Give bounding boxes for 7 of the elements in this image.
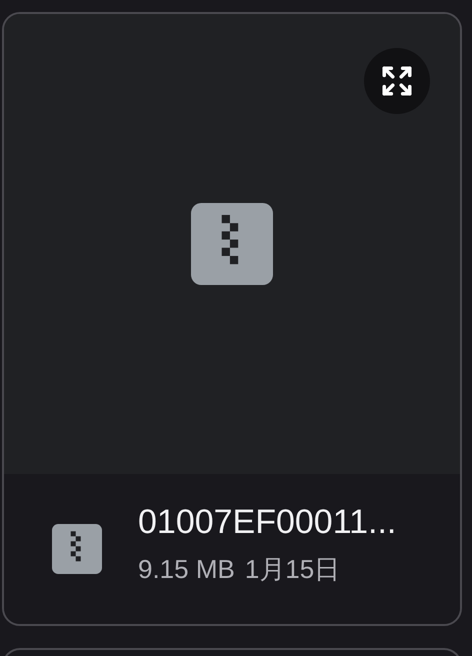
file-name: 01007EF00011... [138,502,396,544]
file-size: 9.15 MB [138,552,235,586]
file-date: 1月15日 [244,552,340,586]
zip-file-icon [52,524,102,574]
zip-file-icon [191,203,273,285]
expand-icon [380,64,414,98]
file-card[interactable]: 01007EF00011... 9.15 MB 1月15日 [2,12,462,626]
